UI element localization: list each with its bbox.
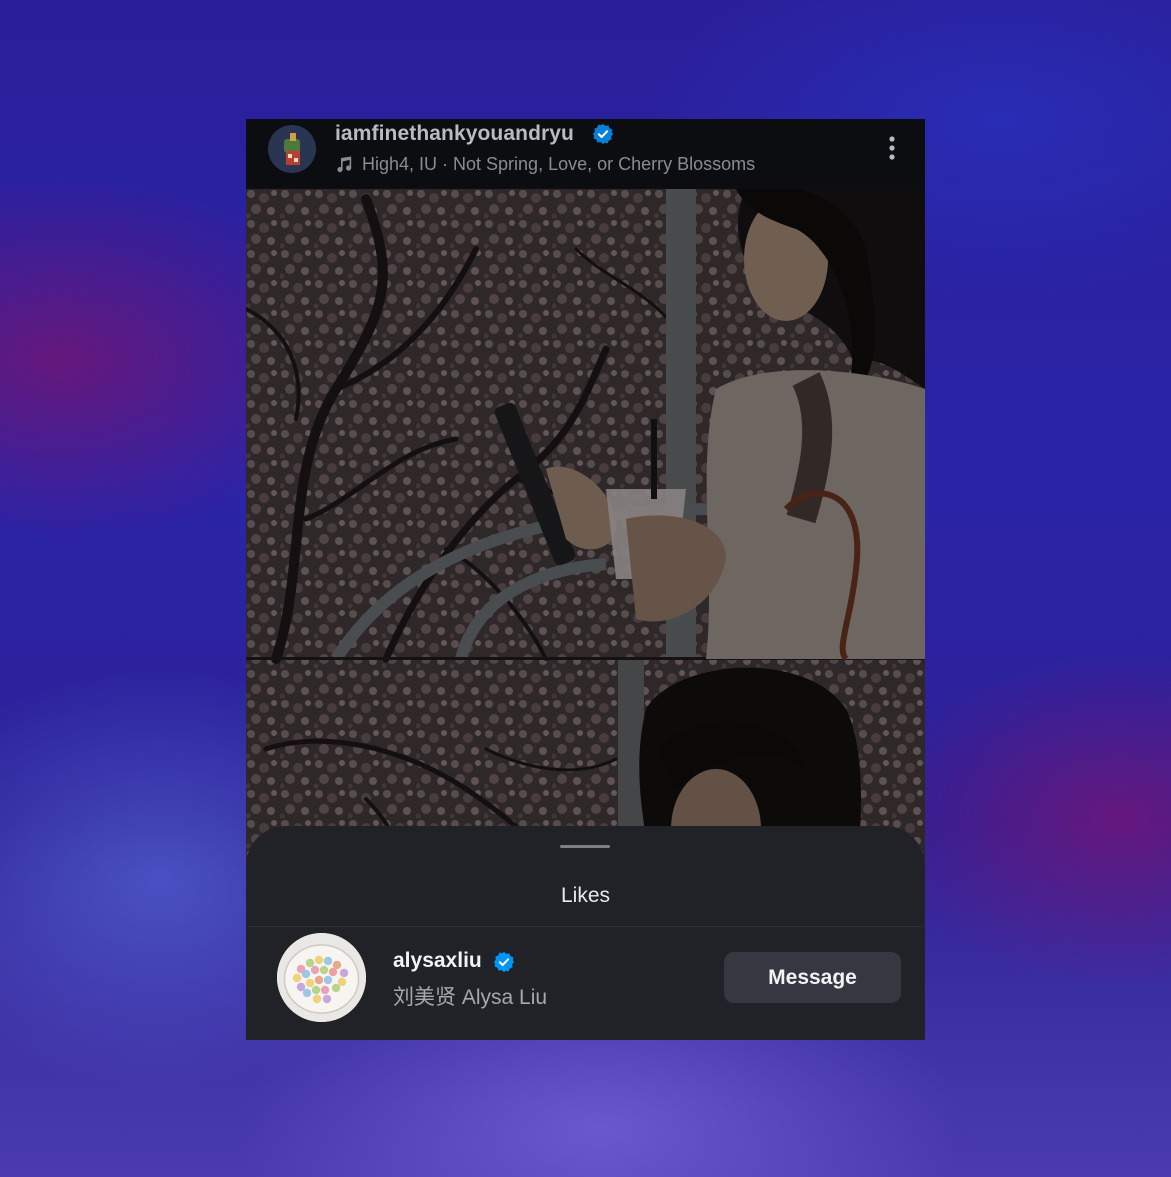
user-avatar[interactable] <box>277 933 366 1022</box>
post-username[interactable]: iamfinethankyouandryu <box>335 122 574 146</box>
likes-title: Likes <box>560 884 611 907</box>
list-item[interactable]: alysaxliu 刘美贤 Alysa Liu Message <box>246 927 925 1040</box>
like-username[interactable]: alysaxliu <box>393 949 482 973</box>
post-card: iamfinethankyouandryu High4, IU · Not Sp… <box>246 119 925 1040</box>
more-options-icon[interactable] <box>879 133 905 163</box>
sheet-drag-handle[interactable] <box>560 845 610 848</box>
post-header: iamfinethankyouandryu High4, IU · Not Sp… <box>246 119 925 189</box>
likes-sheet: Likes alysaxliu 刘美贤 Alysa Liu Message <box>246 826 925 1040</box>
music-note-icon <box>335 155 353 173</box>
message-button[interactable]: Message <box>724 952 901 1003</box>
profile-avatar[interactable] <box>268 125 316 173</box>
verified-badge-icon <box>592 123 614 145</box>
like-full-name: 刘美贤 Alysa Liu <box>393 986 548 1009</box>
post-song[interactable]: High4, IU · Not Spring, Love, or Cherry … <box>362 154 755 175</box>
verified-badge-icon <box>493 951 515 973</box>
